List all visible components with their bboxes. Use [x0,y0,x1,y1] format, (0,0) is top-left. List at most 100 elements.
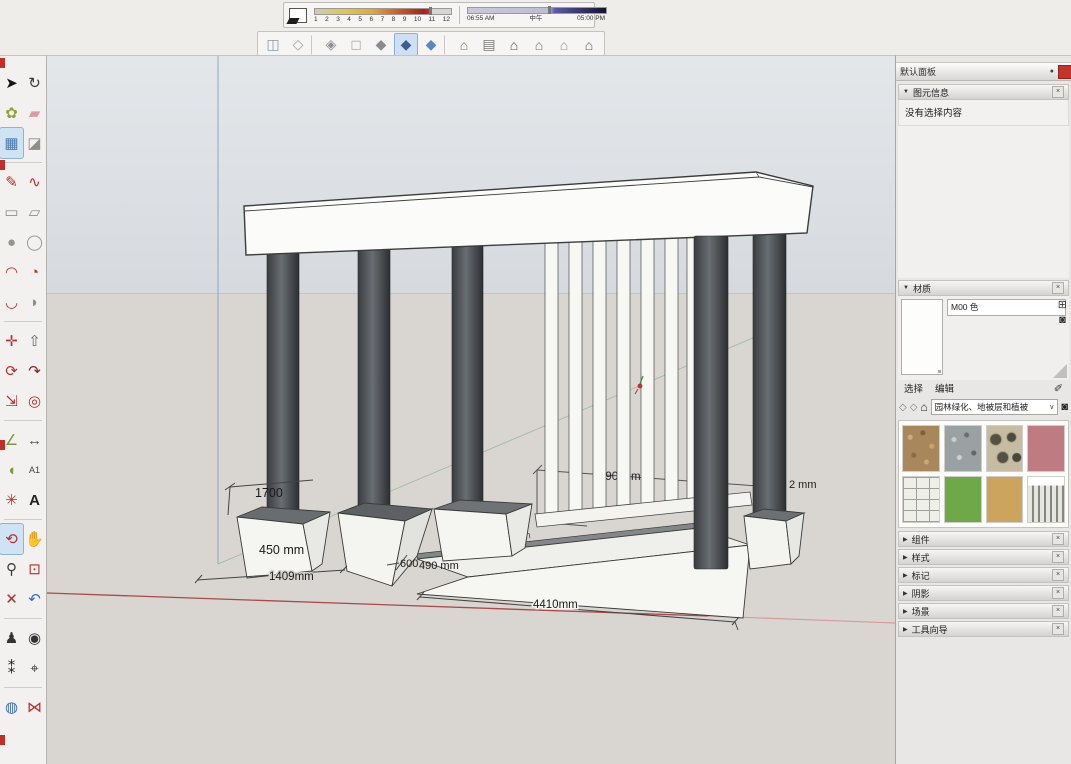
close-icon[interactable]: × [1052,533,1064,545]
forward-arrow-icon[interactable]: ◇ [910,402,918,413]
arc-tool[interactable]: ◠ [0,257,23,287]
material-name-field[interactable]: M00 色 [947,299,1066,316]
panel-close-button[interactable] [1058,65,1071,79]
zoom-window-tool[interactable]: ⊡ [23,554,46,584]
view-right[interactable]: ⌂ [527,33,551,57]
swatch-rose-solid[interactable] [1027,425,1065,472]
plane-tool[interactable]: ◪ [23,128,46,158]
tab-select[interactable]: 选择 [904,381,923,395]
make-component-tool[interactable]: ↻ [23,68,46,98]
separator[interactable] [311,35,318,55]
dimension-label[interactable]: 490 mm [419,560,459,572]
view-front[interactable]: ⌂ [502,33,526,57]
back-arrow-icon[interactable]: ◇ [899,402,907,413]
style-xray[interactable]: ◫ [261,33,285,57]
pedestal-right[interactable] [744,509,804,569]
swatch-sand-tan[interactable] [986,476,1024,523]
material-preview[interactable] [901,299,943,375]
partial-tool-a[interactable]: ◍ [0,692,23,722]
paint-bucket-icon[interactable]: ◙ [1061,401,1068,413]
dimension-label[interactable]: 600 [400,558,418,570]
time-slider-track[interactable] [467,7,607,14]
close-icon[interactable]: × [1052,587,1064,599]
scale-tool[interactable]: ⇲ [0,386,23,416]
viewport[interactable]: 390 mm 500 mm [47,55,895,764]
section-styles[interactable]: ▶ 样式 × [898,549,1069,565]
separator[interactable] [4,317,42,322]
rectangle-tool[interactable]: ▭ [0,197,23,227]
section-components[interactable]: ▶ 组件 × [898,531,1069,547]
swatch-fence-slats[interactable] [1027,476,1065,523]
style-shaded[interactable]: ◆ [369,33,393,57]
dimension-label[interactable]: 4410mm [533,599,578,611]
section-scenes[interactable]: ▶ 场景 × [898,603,1069,619]
walk-tool[interactable]: ⁑ [0,653,23,683]
material-category-dropdown[interactable]: 园林绿化、地被层和植被 ∨ [931,399,1059,415]
push-pull-tool[interactable]: ⇧ [23,326,46,356]
shadow-toggle-icon[interactable] [289,8,307,23]
axes-tool[interactable]: ✳ [0,485,23,515]
separator[interactable] [4,614,42,619]
materials-header[interactable]: ▼ 材质 × [898,280,1069,296]
dimension-label[interactable]: 450 mm [259,543,304,557]
style-monochrome[interactable]: ◆ [419,33,443,57]
look-around-tool[interactable]: ◉ [23,623,46,653]
polygon-tool[interactable]: ◯ [23,227,46,257]
move-tool[interactable]: ✛ [0,326,23,356]
style-shaded-textures[interactable]: ◆ [394,33,418,57]
swatch-cobblestone[interactable] [986,425,1024,472]
section-tags[interactable]: ▶ 标记 × [898,567,1069,583]
dimension-label[interactable]: 1409mm [269,571,314,583]
circle-tool[interactable]: ● [0,227,23,257]
create-material-icon[interactable]: ⊞ [1058,300,1067,311]
section-instructor[interactable]: ▶ 工具向导 × [898,621,1069,637]
entity-info-header[interactable]: ▼ 图元信息 × [898,84,1069,100]
close-icon[interactable]: × [1052,86,1064,98]
position-camera-tool[interactable]: ♟ [0,623,23,653]
close-icon[interactable]: × [1052,569,1064,581]
time-slider-thumb[interactable] [548,6,551,14]
dimension-label[interactable]: 1700 [255,486,283,500]
3d-text-tool[interactable]: A [23,485,46,515]
pie-tool[interactable]: ◔ [23,257,46,287]
separator[interactable] [444,35,451,55]
dimension-label[interactable]: 2 mm [789,479,817,491]
pin-icon[interactable]: ● [1050,68,1054,75]
sample-paint-icon[interactable]: ◙ [1059,315,1066,326]
dimension-tool[interactable]: ↔ [23,425,46,455]
swatch-gravel-brown[interactable] [902,425,940,472]
swatch-gravel-gray[interactable] [944,425,982,472]
separator[interactable] [4,416,42,421]
tab-edit[interactable]: 编辑 [935,381,954,395]
protractor-tool[interactable]: ◖ [0,455,23,485]
eyedropper-icon[interactable]: ✐ [1054,382,1063,395]
zoom-extents-tool[interactable]: ✕ [0,584,23,614]
view-left[interactable]: ⌂ [577,33,601,57]
eraser-tool[interactable]: ▰ [23,98,46,128]
separator[interactable] [4,158,42,163]
freehand-tool[interactable]: ∿ [23,167,46,197]
previous-view-tool[interactable]: ↶ [23,584,46,614]
view-back[interactable]: ⌂ [552,33,576,57]
close-icon[interactable]: × [1052,605,1064,617]
style-back-edges[interactable]: ◇ [286,33,310,57]
swatch-paver-white[interactable] [902,476,940,523]
orbit-tool[interactable]: ⟲ [0,524,23,554]
target-tool[interactable]: ⌖ [23,653,46,683]
section-shadows[interactable]: ▶ 阴影 × [898,585,1069,601]
zoom-tool[interactable]: ⚲ [0,554,23,584]
three-point-arc-tool[interactable]: ◗ [23,287,46,317]
follow-me-tool[interactable]: ↷ [23,356,46,386]
style-hidden-line[interactable]: ◻ [344,33,368,57]
home-icon[interactable]: ⌂ [920,400,927,414]
style-wireframe[interactable]: ◈ [319,33,343,57]
close-icon[interactable]: × [1052,623,1064,635]
text-tool[interactable]: A1 [23,455,46,485]
line-tool[interactable]: ✎ [0,167,23,197]
date-slider-track[interactable] [314,8,452,15]
separator[interactable] [4,515,42,520]
view-iso[interactable]: ⌂ [452,33,476,57]
separator[interactable] [4,683,42,688]
swatch-grass-green[interactable] [944,476,982,523]
date-slider-thumb[interactable] [429,7,432,15]
